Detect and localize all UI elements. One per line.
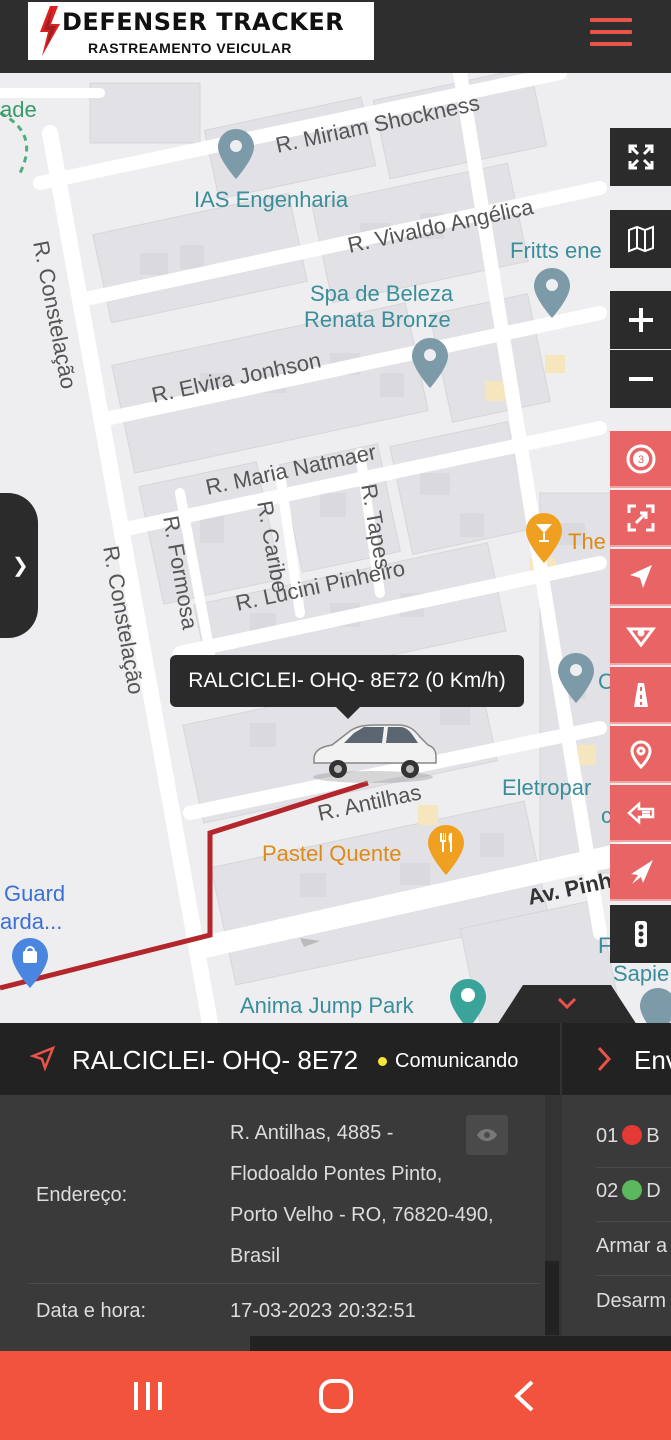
zoom-out-button[interactable] bbox=[610, 350, 671, 408]
location-pin-icon[interactable] bbox=[534, 268, 570, 318]
zoom-in-button[interactable] bbox=[610, 291, 671, 349]
address-line: Porto Velho - RO, 76820-490, bbox=[230, 1204, 494, 1226]
park-pin-icon[interactable] bbox=[450, 979, 486, 1023]
poi-label[interactable]: arda... bbox=[0, 909, 62, 935]
back-icon bbox=[514, 1380, 534, 1412]
collapse-panel-tab[interactable] bbox=[497, 985, 637, 1023]
location-pin-icon[interactable] bbox=[218, 129, 254, 179]
school-pin-icon[interactable] bbox=[640, 988, 671, 1023]
info-scrollbar[interactable] bbox=[545, 1261, 559, 1335]
speed-badge: 3 bbox=[637, 454, 643, 466]
fullscreen-button[interactable] bbox=[610, 128, 671, 186]
poi-label[interactable]: IAS Engenharia bbox=[194, 187, 348, 213]
road-icon bbox=[633, 682, 648, 707]
system-nav-bar bbox=[0, 1351, 671, 1440]
traffic-light-button[interactable] bbox=[610, 905, 671, 963]
road-button[interactable] bbox=[610, 667, 671, 724]
divider bbox=[28, 1283, 540, 1284]
vehicle-info: Endereço: R. Antilhas, 4885 - Flodoaldo … bbox=[0, 1095, 545, 1351]
poi-label[interactable]: Guard bbox=[4, 881, 65, 907]
side-panel-toggle[interactable]: ❯ bbox=[0, 493, 38, 638]
home-button[interactable] bbox=[306, 1371, 366, 1421]
focus-icon bbox=[627, 504, 654, 531]
brand-logo[interactable]: DEFENSER TRACKER RASTREAMENTO VEICULAR bbox=[28, 2, 374, 60]
hamburger-icon[interactable] bbox=[588, 14, 634, 50]
status-text: Comunicando bbox=[395, 1050, 519, 1072]
zoom-out-icon bbox=[628, 377, 653, 381]
view-address-button[interactable] bbox=[466, 1115, 508, 1155]
navigation-arrow-icon bbox=[30, 1045, 56, 1071]
route-button[interactable] bbox=[610, 608, 671, 665]
address-line: R. Antilhas, 4885 - bbox=[230, 1122, 394, 1144]
command-item[interactable]: Armar a bbox=[596, 1235, 667, 1258]
navigate-icon bbox=[629, 564, 652, 588]
brand-tagline: RASTREAMENTO VEICULAR bbox=[88, 40, 292, 56]
fullscreen-icon bbox=[628, 144, 653, 170]
vehicle-panel: RALCICLEI- OHQ- 8E72 Comunicando Env End… bbox=[0, 1023, 671, 1351]
poi-label[interactable]: Spa de Beleza bbox=[310, 281, 453, 307]
send-command-icon bbox=[630, 859, 653, 884]
brand-name: DEFENSER TRACKER bbox=[62, 8, 345, 36]
map-view[interactable]: R. Miriam Shockness R. Vivaldo Angélica … bbox=[0, 73, 671, 1023]
vehicle-name: RALCICLEI- OHQ- 8E72 bbox=[72, 1045, 359, 1075]
recents-icon bbox=[134, 1382, 162, 1410]
zoom-in-icon bbox=[628, 308, 653, 332]
vehicle-header[interactable]: RALCICLEI- OHQ- 8E72 Comunicando bbox=[0, 1023, 560, 1095]
poi-label: Sapie bbox=[613, 961, 670, 986]
recents-button[interactable] bbox=[118, 1371, 178, 1421]
map-layers-button[interactable] bbox=[610, 210, 671, 268]
poi-label[interactable]: The bbox=[568, 529, 606, 555]
status-badge: Comunicando bbox=[378, 1050, 518, 1073]
poi-label[interactable]: Renata Bronze bbox=[304, 307, 451, 333]
history-button[interactable] bbox=[610, 785, 671, 842]
chevron-right-icon: ❯ bbox=[12, 555, 29, 577]
home-icon bbox=[319, 1379, 353, 1413]
map-layers-icon bbox=[627, 225, 654, 253]
location-pin-icon[interactable] bbox=[558, 653, 594, 703]
poi-label: ade bbox=[0, 97, 37, 122]
eye-icon bbox=[477, 1129, 497, 1141]
history-icon bbox=[626, 800, 654, 825]
bar-pin-icon[interactable] bbox=[526, 513, 562, 563]
command-item[interactable]: 01 B bbox=[596, 1125, 660, 1148]
status-dot bbox=[378, 1057, 387, 1067]
route-icon bbox=[625, 627, 656, 647]
restaurant-pin-icon[interactable] bbox=[428, 825, 464, 875]
commands-header[interactable]: Env bbox=[562, 1023, 671, 1095]
chevron-right-icon bbox=[597, 1046, 612, 1072]
location-pin-button[interactable] bbox=[610, 726, 671, 783]
address-line: Brasil bbox=[230, 1245, 281, 1267]
shopping-pin-icon[interactable] bbox=[12, 938, 48, 988]
speed-limit-button[interactable]: 3 bbox=[610, 431, 671, 488]
horizontal-scrollbar[interactable] bbox=[250, 1336, 671, 1351]
navigate-button[interactable] bbox=[610, 549, 671, 606]
focus-button[interactable] bbox=[610, 490, 671, 547]
traffic-light-icon bbox=[634, 921, 647, 947]
vehicle-tooltip: RALCICLEI- OHQ- 8E72 (0 Km/h) bbox=[170, 655, 524, 719]
command-item[interactable]: Desarm bbox=[596, 1290, 666, 1313]
address-label: Endereço: bbox=[36, 1184, 128, 1206]
location-pin-icon bbox=[629, 740, 652, 769]
command-item[interactable]: 02 D bbox=[596, 1180, 661, 1203]
location-pin-icon[interactable] bbox=[412, 338, 448, 388]
poi-label[interactable]: Anima Jump Park bbox=[240, 993, 414, 1019]
send-command-button[interactable] bbox=[610, 844, 671, 901]
poi-label[interactable]: Fritts ene bbox=[510, 238, 602, 264]
lightning-bolt-icon bbox=[40, 6, 60, 56]
address-line: Flodoaldo Pontes Pinto, bbox=[230, 1163, 443, 1185]
commands-title: Env bbox=[634, 1045, 671, 1075]
back-button[interactable] bbox=[494, 1371, 554, 1421]
vehicle-marker[interactable] bbox=[308, 715, 438, 785]
poi-label[interactable]: Eletropar bbox=[502, 775, 591, 801]
poi-label[interactable]: Pastel Quente bbox=[262, 841, 401, 867]
datetime-label: Data e hora: bbox=[36, 1300, 147, 1322]
app-header: DEFENSER TRACKER RASTREAMENTO VEICULAR bbox=[0, 0, 671, 73]
speed-limit-icon: 3 bbox=[626, 444, 655, 473]
commands-list: 01 B 02 D Armar a Desarm bbox=[562, 1095, 671, 1351]
datetime-value: 17-03-2023 20:32:51 bbox=[230, 1300, 416, 1322]
